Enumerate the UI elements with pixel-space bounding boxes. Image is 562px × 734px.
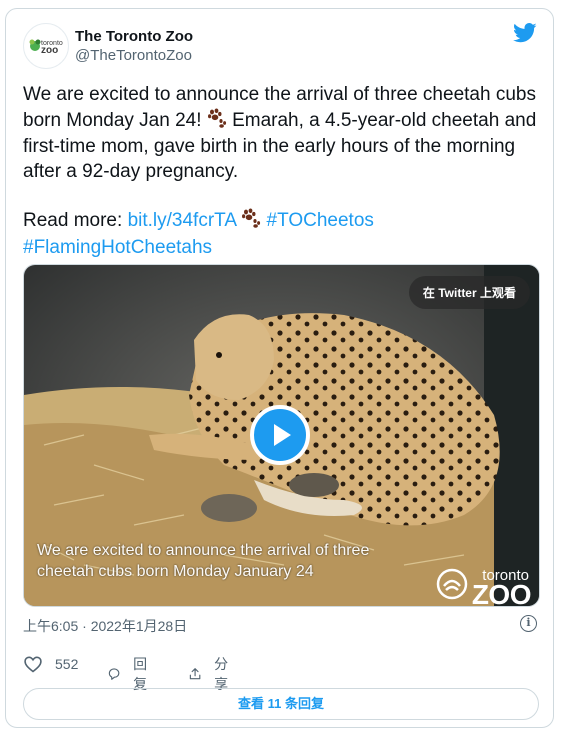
paw-prints-icon: [207, 108, 227, 136]
like-count: 552: [55, 656, 79, 672]
tweet-timestamp[interactable]: 上午6:05 · 2022年1月28日: [23, 616, 187, 636]
play-button[interactable]: [250, 405, 310, 465]
author-handle[interactable]: @TheTorontoZoo: [75, 47, 192, 64]
play-icon: [274, 424, 291, 446]
hashtag-flaminghotcheetahs[interactable]: #FlamingHotCheetahs: [23, 237, 212, 258]
paw-prints-icon: [241, 208, 261, 236]
like-button[interactable]: 552: [23, 654, 78, 674]
twitter-bird-icon[interactable]: [513, 23, 537, 48]
reply-icon: [108, 668, 120, 680]
author-name[interactable]: The Toronto Zoo: [75, 28, 193, 45]
hashtag-tocheetos[interactable]: #TOCheetos: [267, 210, 374, 231]
video-caption-line2: cheetah cubs born Monday January 24: [37, 563, 314, 580]
author-avatar[interactable]: toronto zoo: [23, 23, 69, 69]
view-replies-button[interactable]: 查看 11 条回复: [23, 688, 539, 720]
share-icon: [189, 668, 201, 680]
read-more-label: Read more:: [23, 210, 123, 231]
info-icon[interactable]: i: [520, 615, 537, 632]
tweet-text: We are excited to announce the arrival o…: [23, 83, 543, 260]
video-caption-line1: We are excited to announce the arrival o…: [37, 542, 370, 559]
heart-icon: [24, 656, 42, 673]
watermark-text-bottom: ZOO: [471, 579, 532, 607]
tweet-link[interactable]: bit.ly/34fcrTA: [128, 210, 236, 231]
zoo-logo-icon: [436, 568, 468, 600]
tweet-card[interactable]: toronto zoo The Toronto Zoo @TheTorontoZ…: [5, 8, 554, 728]
watch-on-twitter-button[interactable]: 在 Twitter 上观看: [408, 276, 530, 309]
avatar-logo-text-bottom: zoo: [41, 45, 58, 56]
video-player[interactable]: 在 Twitter 上观看 We are excited to announce…: [23, 264, 540, 607]
video-caption: We are excited to announce the arrival o…: [37, 540, 369, 582]
